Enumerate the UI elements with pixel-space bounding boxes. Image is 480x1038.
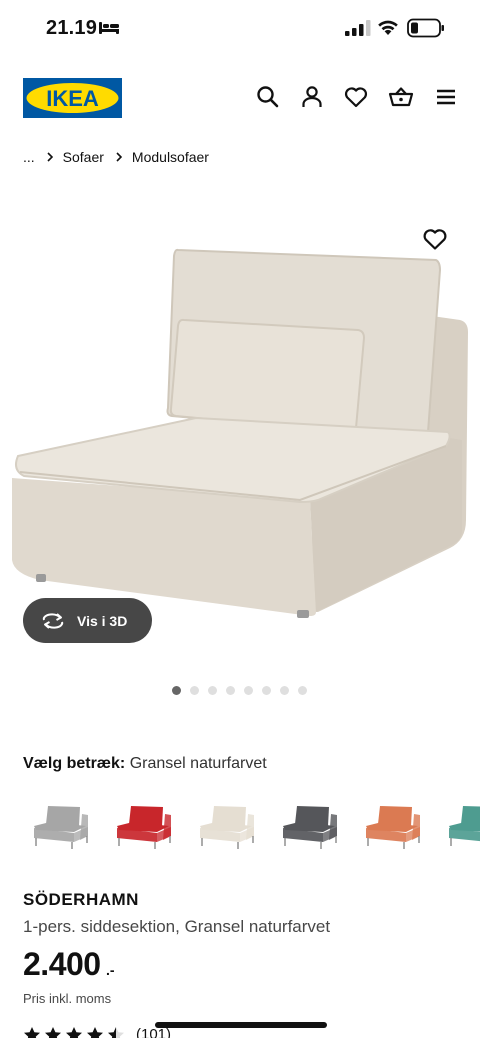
star-icon	[66, 1027, 82, 1038]
price-suffix: .-	[106, 962, 115, 978]
basket-icon[interactable]	[388, 84, 414, 110]
carousel-dot[interactable]	[280, 686, 289, 695]
wifi-icon	[378, 20, 398, 35]
breadcrumb-item-sofaer[interactable]: Sofaer	[63, 149, 104, 165]
search-icon[interactable]	[255, 84, 281, 110]
price-note: Pris inkl. moms	[23, 991, 112, 1006]
signal-icon	[345, 20, 371, 36]
star-icon	[24, 1027, 40, 1038]
battery-icon	[407, 18, 444, 38]
carousel-dot[interactable]	[208, 686, 217, 695]
carousel-dots	[172, 686, 307, 695]
favorite-heart-icon[interactable]	[421, 226, 449, 252]
breadcrumb: ... Sofaer Modulsofaer	[23, 147, 209, 167]
star-icon	[108, 1027, 124, 1038]
breadcrumb-item-modulsofaer[interactable]: Modulsofaer	[132, 149, 209, 165]
logo-text: IKEA	[46, 86, 99, 111]
cover-swatch[interactable]	[30, 800, 96, 850]
view-in-3d-button[interactable]: Vis i 3D	[23, 598, 152, 643]
carousel-dot[interactable]	[226, 686, 235, 695]
bed-icon	[99, 22, 119, 34]
account-icon[interactable]	[299, 84, 325, 110]
product-name: SÖDERHAMN	[23, 890, 139, 909]
status-bar: 21.19	[0, 0, 480, 56]
cover-value: Gransel naturfarvet	[129, 755, 267, 772]
cover-swatch[interactable]	[362, 800, 428, 850]
heart-icon[interactable]	[343, 84, 369, 110]
status-time: 21.19	[46, 17, 98, 39]
view-in-3d-label: Vis i 3D	[77, 612, 128, 629]
carousel-dot[interactable]	[244, 686, 253, 695]
rating-stars	[23, 1026, 128, 1038]
cover-swatch[interactable]	[279, 800, 345, 850]
home-indicator	[155, 1022, 327, 1028]
product-price: 2.400	[23, 946, 101, 982]
menu-icon[interactable]	[433, 84, 459, 110]
cover-swatch[interactable]	[196, 800, 262, 850]
carousel-dot[interactable]	[298, 686, 307, 695]
star-icon	[87, 1027, 103, 1038]
carousel-dot[interactable]	[190, 686, 199, 695]
product-image[interactable]	[0, 190, 480, 660]
cover-swatch[interactable]	[113, 800, 179, 850]
product-rating[interactable]: (101)	[23, 1026, 171, 1038]
star-icon	[45, 1027, 61, 1038]
chevron-right-icon	[47, 152, 53, 162]
cover-selection-label: Vælg betræk: Gransel naturfarvet	[23, 755, 267, 773]
header: IKEA	[0, 72, 480, 124]
rotate-3d-icon	[42, 612, 64, 629]
chevron-right-icon	[116, 152, 122, 162]
ikea-logo[interactable]: IKEA	[23, 78, 122, 118]
breadcrumb-item-ellipsis[interactable]: ...	[23, 149, 35, 165]
product-description: 1-pers. siddesektion, Gransel naturfarve…	[23, 917, 331, 936]
cover-swatch[interactable]	[445, 800, 480, 850]
carousel-dot[interactable]	[262, 686, 271, 695]
cover-swatches	[0, 790, 480, 860]
cover-label: Vælg betræk:	[23, 755, 126, 772]
carousel-dot[interactable]	[172, 686, 181, 695]
